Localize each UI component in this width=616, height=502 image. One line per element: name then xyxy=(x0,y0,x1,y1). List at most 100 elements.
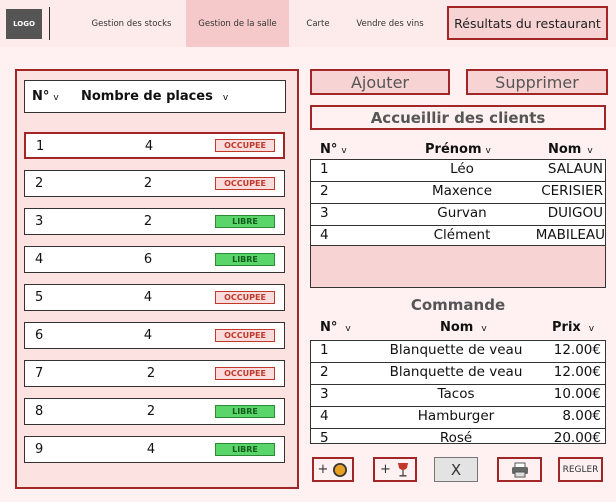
welcome-clients-button[interactable]: Accueillir des clients xyxy=(310,105,606,130)
table-number: 9 xyxy=(35,442,44,457)
table-row[interactable]: 3 Tacos 10.00€ xyxy=(311,385,605,407)
print-button[interactable] xyxy=(497,457,542,482)
table-row[interactable]: 2 Maxence CERISIER xyxy=(311,182,605,204)
table-places: 2 xyxy=(146,404,156,419)
table-row[interactable]: 2 2 OCCUPEE xyxy=(24,170,285,197)
order-item-name: Tacos xyxy=(437,386,475,402)
table-row[interactable]: 5 Rosé 20.00€ xyxy=(311,429,605,450)
table-row[interactable]: 4 Hamburger 8.00€ xyxy=(311,407,605,429)
status-badge: LIBRE xyxy=(215,443,275,456)
order-item-name: Hamburger xyxy=(417,408,495,424)
table-places: 4 xyxy=(144,139,154,154)
table-row[interactable]: 4 6 LIBRE xyxy=(24,246,285,273)
order-item-price: 20.00€ xyxy=(553,430,601,446)
logo: LOGO xyxy=(6,9,42,39)
chevron-down-icon: v xyxy=(588,324,595,334)
nav-gestion-stocks[interactable]: Gestion des stocks xyxy=(84,0,179,47)
table-places: 2 xyxy=(146,366,156,381)
tables-col-num[interactable]: N° v xyxy=(32,89,59,104)
order-item-price: 12.00€ xyxy=(553,342,601,358)
clients-col-prenom[interactable]: Prénom v xyxy=(425,142,491,157)
add-wine-button[interactable]: + xyxy=(373,457,417,482)
table-row[interactable]: 1 Léo SALAUN xyxy=(311,160,605,182)
results-button[interactable]: Résultats du restaurant xyxy=(447,6,608,40)
order-col-nom[interactable]: Nom v xyxy=(440,320,487,335)
nav-vendre-vins[interactable]: Vendre des vins xyxy=(348,0,432,47)
table-number: 3 xyxy=(35,214,44,229)
tables-col-places[interactable]: Nombre de places v xyxy=(81,89,228,104)
order-item-price: 8.00€ xyxy=(562,408,601,424)
table-row[interactable]: 3 2 LIBRE xyxy=(24,208,285,235)
clients-col-nom[interactable]: Nom v xyxy=(548,142,593,157)
table-number: 7 xyxy=(35,366,44,381)
client-num: 3 xyxy=(320,205,329,221)
table-row[interactable]: 5 4 OCCUPEE xyxy=(24,284,285,311)
chevron-down-icon: v xyxy=(341,146,347,156)
tables-col-num-label: N° xyxy=(32,89,50,104)
order-title: Commande xyxy=(410,296,506,314)
status-badge: OCCUPEE xyxy=(215,367,275,380)
client-prenom: Clément xyxy=(433,227,491,243)
table-number: 5 xyxy=(35,290,44,305)
table-row[interactable]: 8 2 LIBRE xyxy=(24,398,285,425)
table-row[interactable]: 9 4 LIBRE xyxy=(24,436,285,463)
order-num: 5 xyxy=(320,430,329,446)
nav-carte[interactable]: Carte xyxy=(296,0,340,47)
client-num: 4 xyxy=(320,227,329,243)
order-col-num[interactable]: N° v xyxy=(320,320,351,335)
table-places: 2 xyxy=(143,214,153,229)
tables-col-places-label: Nombre de places xyxy=(81,89,213,104)
cancel-button[interactable]: X xyxy=(434,457,478,482)
table-places: 4 xyxy=(143,328,153,343)
order-col-num-label: N° xyxy=(320,320,338,335)
table-row[interactable]: 1 4 OCCUPEE xyxy=(24,132,285,159)
chevron-down-icon: v xyxy=(485,146,491,156)
chevron-down-icon: v xyxy=(587,146,593,156)
client-num: 2 xyxy=(320,183,329,199)
table-number: 4 xyxy=(35,252,44,267)
order-num: 2 xyxy=(320,364,329,380)
table-number: 2 xyxy=(35,176,44,191)
add-button[interactable]: Ajouter xyxy=(310,69,450,95)
client-nom: SALAUN xyxy=(547,161,603,177)
chevron-down-icon: v xyxy=(345,324,351,334)
clients-col-num[interactable]: N° v xyxy=(320,142,347,157)
client-nom: CERISIER xyxy=(541,183,603,199)
order-num: 3 xyxy=(320,386,329,402)
plus-label: + xyxy=(380,462,391,477)
status-badge: LIBRE xyxy=(215,405,275,418)
status-badge: OCCUPEE xyxy=(215,329,275,342)
status-badge: OCCUPEE xyxy=(215,177,275,190)
order-item-price: 10.00€ xyxy=(553,386,601,402)
chevron-down-icon: v xyxy=(53,93,59,103)
food-icon xyxy=(333,462,348,477)
client-prenom: Maxence xyxy=(431,183,493,199)
table-row[interactable]: 6 4 OCCUPEE xyxy=(24,322,285,349)
table-row[interactable]: 4 Clément MABILEAU xyxy=(311,226,605,247)
clients-col-nom-label: Nom xyxy=(548,142,582,157)
order-table: 1 Blanquette de veau 12.00€ 2 Blanquette… xyxy=(310,340,606,446)
table-row[interactable]: 1 Blanquette de veau 12.00€ xyxy=(311,341,605,363)
client-nom: DUIGOU xyxy=(547,205,603,221)
chevron-down-icon: v xyxy=(481,324,487,334)
table-row[interactable]: 3 Gurvan DUIGOU xyxy=(311,204,605,226)
printer-icon xyxy=(511,462,528,477)
add-food-button[interactable]: + xyxy=(312,457,354,482)
order-item-price: 12.00€ xyxy=(553,364,601,380)
order-col-prix[interactable]: Prix v xyxy=(552,320,594,335)
clients-table: 1 Léo SALAUN 2 Maxence CERISIER 3 Gurvan… xyxy=(310,159,606,246)
order-num: 4 xyxy=(320,408,329,424)
plus-label: + xyxy=(317,462,329,477)
client-prenom: Gurvan xyxy=(437,205,487,221)
table-row[interactable]: 2 Blanquette de veau 12.00€ xyxy=(311,363,605,385)
table-places: 4 xyxy=(146,442,156,457)
delete-button[interactable]: Supprimer xyxy=(466,69,608,95)
settle-button[interactable]: REGLER xyxy=(558,457,603,482)
order-item-name: Blanquette de veau xyxy=(389,342,523,358)
nav-gestion-salle[interactable]: Gestion de la salle xyxy=(186,0,289,47)
table-row[interactable]: 7 2 OCCUPEE xyxy=(24,360,285,387)
order-col-nom-label: Nom xyxy=(440,320,474,335)
table-places: 2 xyxy=(143,176,153,191)
status-badge: LIBRE xyxy=(215,215,275,228)
table-places: 6 xyxy=(143,252,153,267)
